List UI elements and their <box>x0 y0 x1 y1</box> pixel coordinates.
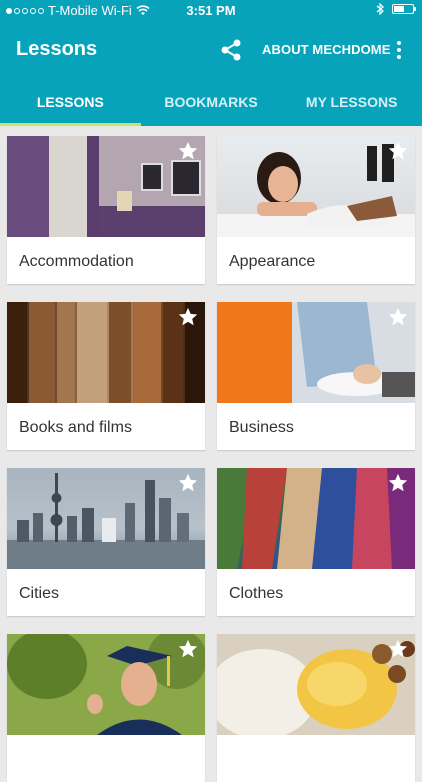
graduate-image <box>7 634 205 735</box>
woman-portrait-image <box>217 136 415 237</box>
man-writing-image <box>217 302 415 403</box>
page-title: Lessons <box>16 38 98 60</box>
bookmark-star-icon[interactable] <box>177 306 199 328</box>
share-icon <box>221 39 241 61</box>
status-time: 3:51 PM <box>186 3 236 18</box>
tab-bar: LESSONS BOOKMARKS MY LESSONS <box>0 78 422 126</box>
bookmark-star-icon[interactable] <box>177 472 199 494</box>
share-button[interactable] <box>218 37 244 63</box>
about-mechdome-button[interactable]: ABOUT MECHDOME <box>262 42 391 57</box>
lesson-card-appearance[interactable]: Appearance <box>217 136 415 284</box>
overflow-menu-button[interactable] <box>392 37 406 63</box>
bluetooth-icon <box>376 3 384 15</box>
lesson-title: Appearance <box>229 253 316 270</box>
lesson-card-cities[interactable]: Cities <box>7 468 205 616</box>
more-vertical-icon <box>397 41 401 45</box>
tab-lessons[interactable]: LESSONS <box>0 78 141 126</box>
lesson-card-food[interactable] <box>217 634 415 782</box>
app-bar: Lessons ABOUT MECHDOME <box>0 22 422 78</box>
lesson-card-education[interactable] <box>7 634 205 782</box>
lesson-title: Business <box>229 419 294 436</box>
city-skyline-image <box>7 468 205 569</box>
lesson-card-business[interactable]: Business <box>217 302 415 450</box>
hotel-room-image <box>7 136 205 237</box>
bookmark-star-icon[interactable] <box>177 140 199 162</box>
tab-my-lessons[interactable]: MY LESSONS <box>281 78 422 126</box>
neckties-image <box>217 468 415 569</box>
lesson-card-clothes[interactable]: Clothes <box>217 468 415 616</box>
battery-icon <box>392 4 416 14</box>
lesson-title: Clothes <box>229 585 284 602</box>
status-bar: T-Mobile Wi-Fi 3:51 PM <box>0 0 422 22</box>
status-icons <box>376 3 416 15</box>
lesson-card-accommodation[interactable]: Accommodation <box>7 136 205 284</box>
bookmark-star-icon[interactable] <box>387 638 409 660</box>
lesson-title: Accommodation <box>19 253 134 270</box>
lesson-title: Books and films <box>19 419 132 436</box>
tab-bookmarks[interactable]: BOOKMARKS <box>141 78 282 126</box>
pasta-food-image <box>217 634 415 735</box>
lesson-title: Cities <box>19 585 60 602</box>
lesson-card-books-and-films[interactable]: Books and films <box>7 302 205 450</box>
bookmark-star-icon[interactable] <box>387 472 409 494</box>
bookmark-star-icon[interactable] <box>387 306 409 328</box>
bookmark-star-icon[interactable] <box>387 140 409 162</box>
old-books-image <box>7 302 205 403</box>
bookmark-star-icon[interactable] <box>177 638 199 660</box>
